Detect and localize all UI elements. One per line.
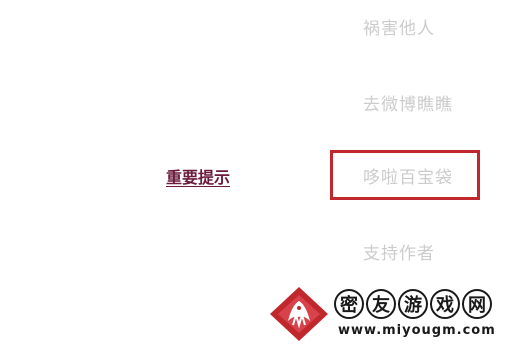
watermark-char: 网: [462, 289, 492, 319]
menu-option-doraemon-pocket[interactable]: 哆啦百宝袋: [363, 163, 453, 188]
watermark-char: 友: [366, 289, 396, 319]
watermark-title: 密 友 游 戏 网: [334, 289, 492, 319]
important-notice-link[interactable]: 重要提示: [166, 164, 230, 188]
watermark-char: 游: [398, 289, 428, 319]
watermark-char: 戏: [430, 289, 460, 319]
watermark: 密 友 游 戏 网 www.miyougm.com: [268, 285, 513, 343]
menu-option-harm-others[interactable]: 祸害他人: [363, 14, 435, 39]
menu-option-support-author[interactable]: 支持作者: [363, 239, 435, 264]
watermark-url: www.miyougm.com: [338, 323, 496, 338]
red-diamond-bird-logo-icon: [270, 287, 328, 341]
watermark-char: 密: [334, 289, 364, 319]
menu-option-visit-weibo[interactable]: 去微博瞧瞧: [363, 90, 453, 115]
